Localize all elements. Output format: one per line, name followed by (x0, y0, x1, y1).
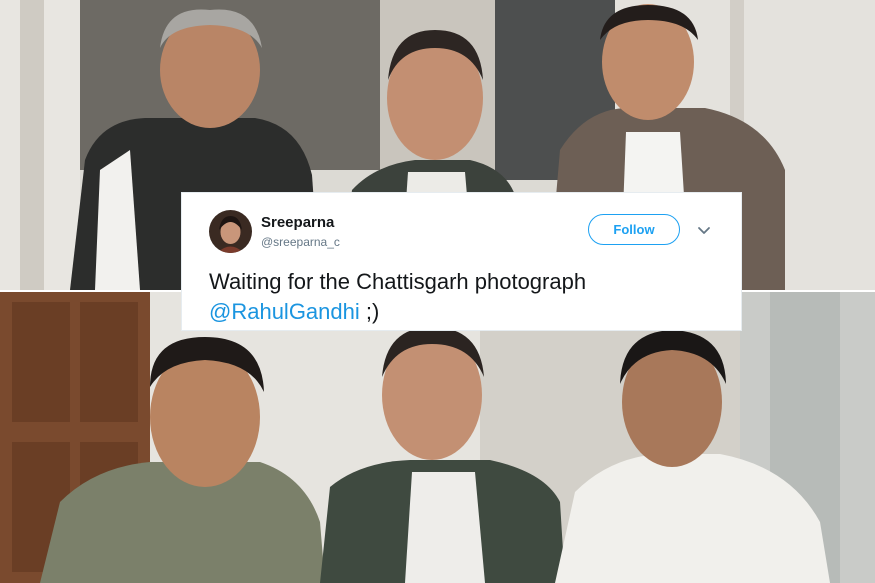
author-name[interactable]: Sreeparna (261, 214, 334, 231)
follow-button[interactable]: Follow (588, 214, 680, 245)
tweet-card: Sreeparna @sreeparna_c Follow Waiting fo… (182, 193, 741, 330)
avatar[interactable] (209, 210, 252, 253)
tweet-text-line-2: @RahulGandhi ;) (209, 297, 586, 327)
tweet-text: Waiting for the Chattisgarh photograph @… (209, 267, 586, 327)
tweet-text-line-1: Waiting for the Chattisgarh photograph (209, 269, 587, 294)
chevron-down-icon[interactable] (696, 222, 712, 238)
author-handle[interactable]: @sreeparna_c (261, 235, 340, 249)
mention-link[interactable]: @RahulGandhi (209, 299, 360, 324)
bottom-photo (0, 292, 875, 583)
tweet-suffix: ;) (359, 299, 380, 324)
